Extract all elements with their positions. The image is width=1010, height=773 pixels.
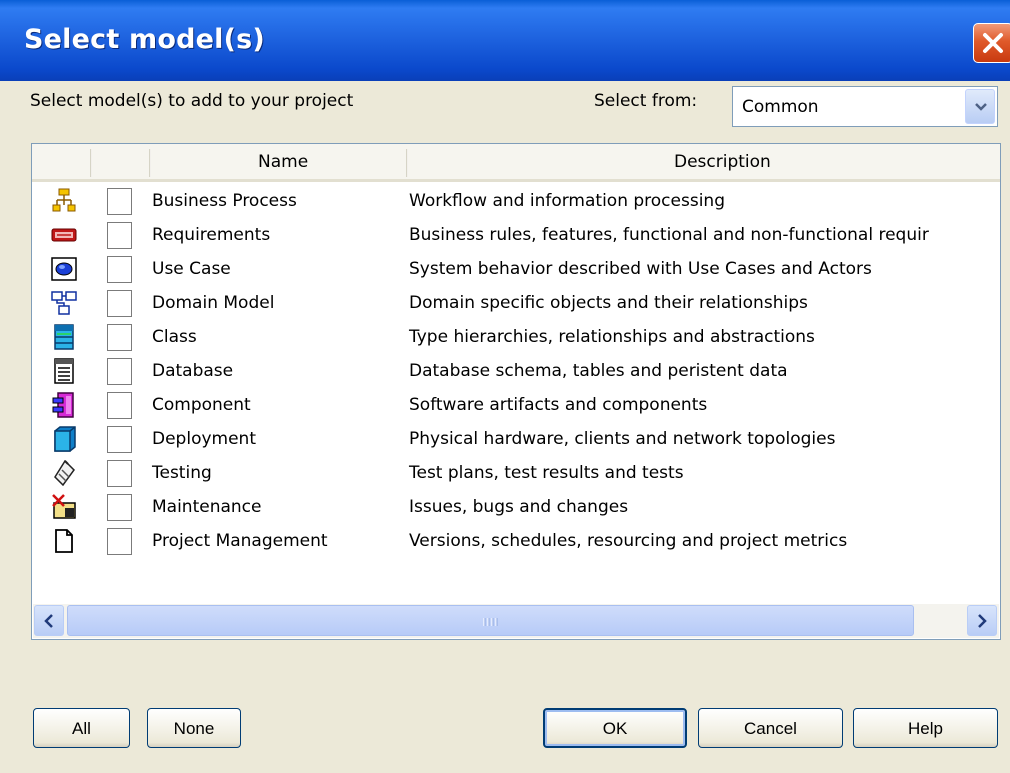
column-separator[interactable] [406,149,408,177]
close-icon [983,33,1003,53]
list-item[interactable]: Use Case System behavior described with … [32,253,1000,287]
model-checkbox[interactable] [107,188,132,215]
model-name: Requirements [152,225,271,245]
all-button[interactable]: All [33,708,130,748]
model-description: Database schema, tables and peristent da… [409,361,788,381]
select-from-value: Common [742,97,819,117]
model-name: Project Management [152,531,328,551]
list-item[interactable]: Class Type hierarchies, relationships an… [32,321,1000,355]
chevron-left-icon [44,614,53,628]
scrollbar-thumb[interactable] [67,605,914,636]
model-description: System behavior described with Use Cases… [409,259,872,279]
name-column-header[interactable]: Name [258,152,308,172]
list-header: Name Description [32,144,1000,182]
model-name: Database [152,361,234,381]
title-bar[interactable]: Select model(s) [0,0,1010,81]
model-checkbox[interactable] [107,528,132,555]
project-management-icon [55,529,73,553]
component-icon [52,392,74,418]
class-icon [54,324,74,350]
model-checkbox[interactable] [107,426,132,453]
instruction-text: Select model(s) to add to your project [30,91,354,111]
model-checkbox[interactable] [107,358,132,385]
column-separator[interactable] [149,149,151,177]
database-icon [54,358,74,384]
model-description: Software artifacts and components [409,395,708,415]
model-name: Component [152,395,251,415]
model-description: Workflow and information processing [409,191,725,211]
column-separator[interactable] [90,149,92,177]
model-name: Use Case [152,259,231,279]
list-item[interactable]: Component Software artifacts and compone… [32,389,1000,423]
select-from-dropdown[interactable]: Common [732,86,998,127]
list-item[interactable]: Maintenance Issues, bugs and changes [32,491,1000,525]
list-item[interactable]: Testing Test plans, test results and tes… [32,457,1000,491]
maintenance-icon [52,494,76,519]
model-checkbox[interactable] [107,290,132,317]
window-title: Select model(s) [24,24,265,55]
chevron-right-icon [978,614,987,628]
select-from-label: Select from: [594,91,698,111]
model-name: Deployment [152,429,256,449]
scroll-right-button[interactable] [967,605,997,636]
model-list: Name Description Business Process Workfl… [31,143,1001,640]
model-name: Maintenance [152,497,262,517]
model-name: Business Process [152,191,297,211]
dropdown-arrow-button[interactable] [965,89,995,124]
list-item[interactable]: Deployment Physical hardware, clients an… [32,423,1000,457]
list-item[interactable]: Database Database schema, tables and per… [32,355,1000,389]
list-item[interactable]: Business Process Workflow and informatio… [32,185,1000,219]
list-item[interactable]: Project Management Versions, schedules, … [32,525,1000,559]
none-button[interactable]: None [147,708,241,748]
model-description: Versions, schedules, resourcing and proj… [409,531,848,551]
ok-button[interactable]: OK [543,708,687,748]
model-checkbox[interactable] [107,222,132,249]
model-description: Business rules, features, functional and… [409,225,929,245]
list-item[interactable]: Domain Model Domain specific objects and… [32,287,1000,321]
cancel-button[interactable]: Cancel [698,708,843,748]
model-checkbox[interactable] [107,324,132,351]
model-description: Domain specific objects and their relati… [409,293,808,313]
select-models-dialog: Select model(s) Select model(s) to add t… [0,0,1010,773]
model-name: Domain Model [152,293,275,313]
help-button[interactable]: Help [853,708,998,748]
close-button[interactable] [973,23,1010,63]
horizontal-scrollbar[interactable] [33,604,999,638]
scroll-left-button[interactable] [34,605,64,636]
business-process-icon [52,188,76,212]
model-checkbox[interactable] [107,392,132,419]
model-checkbox[interactable] [107,460,132,487]
chevron-down-icon [975,103,987,111]
model-description: Test plans, test results and tests [409,463,684,483]
model-description: Issues, bugs and changes [409,497,629,517]
deployment-icon [54,426,76,452]
grip-icon [483,618,498,626]
model-description: Type hierarchies, relationships and abst… [409,327,815,347]
model-name: Class [152,327,197,347]
list-item[interactable]: Requirements Business rules, features, f… [32,219,1000,253]
use-case-icon [51,257,77,281]
requirements-icon [51,228,77,242]
model-checkbox[interactable] [107,256,132,283]
domain-model-icon [51,291,77,315]
model-description: Physical hardware, clients and network t… [409,429,836,449]
testing-icon [54,460,75,486]
model-checkbox[interactable] [107,494,132,521]
model-name: Testing [152,463,212,483]
description-column-header[interactable]: Description [674,152,771,172]
